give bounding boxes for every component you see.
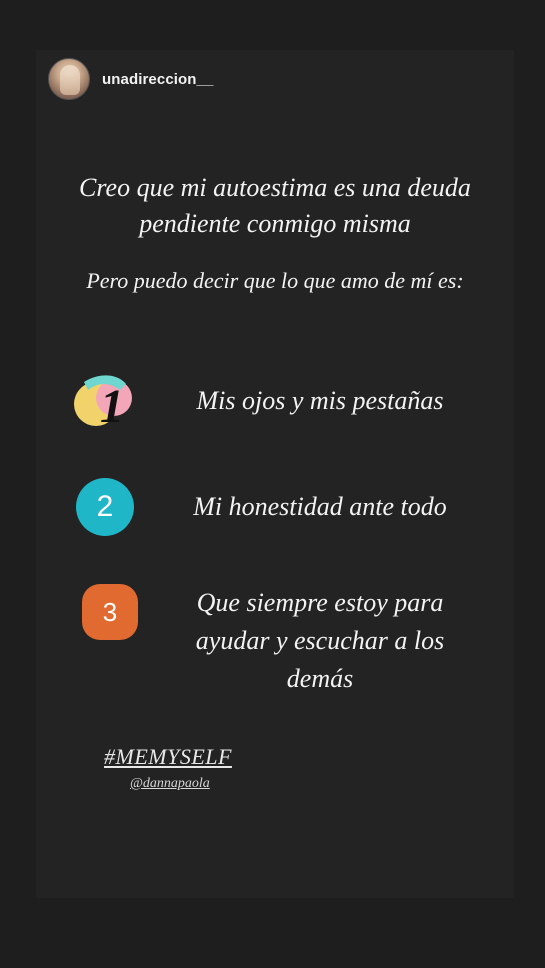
badge-number: 1 xyxy=(100,380,124,433)
intro-text: Creo que mi autoestima es una deuda pend… xyxy=(79,173,471,238)
badge-number: 3 xyxy=(102,596,118,627)
avatar[interactable] xyxy=(48,58,90,100)
number-one-badge-icon: 1 xyxy=(70,368,136,434)
hashtag-sticker[interactable]: #MEMYSELF xyxy=(104,744,232,770)
number-two-badge-icon: 2 xyxy=(76,478,134,536)
item-text: Mi honestidad ante todo xyxy=(193,492,447,521)
badge-number: 2 xyxy=(96,490,114,523)
username[interactable]: unadireccion__ xyxy=(102,71,213,88)
story-header[interactable]: unadireccion__ xyxy=(48,58,213,100)
list-item: 2 Mi honestidad ante todo xyxy=(60,478,500,538)
list-item: 3 Que siempre estoy para ayudar y escuch… xyxy=(60,584,500,704)
item-text: Mis ojos y mis pestañas xyxy=(196,386,444,415)
number-three-badge-icon: 3 xyxy=(82,584,138,640)
mention-sticker[interactable]: @dannapaola xyxy=(130,776,210,792)
item-text: Que siempre estoy para ayudar y escuchar… xyxy=(195,588,445,693)
list-item: 1 Mis ojos y mis pestañas xyxy=(60,368,500,438)
intro-subtext: Pero puedo decir que lo que amo de mí es… xyxy=(86,268,464,293)
